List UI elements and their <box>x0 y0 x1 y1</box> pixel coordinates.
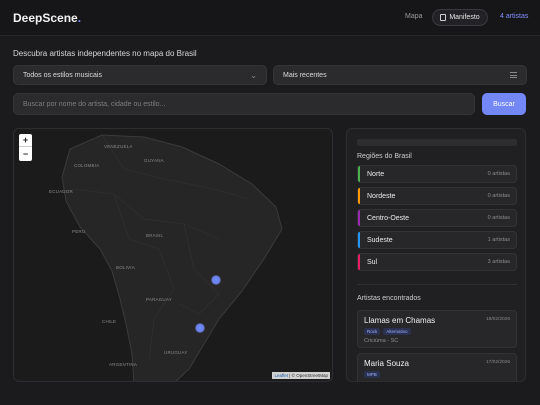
map-label-brasil: BRASIL <box>146 233 164 238</box>
region-name: Norte <box>367 170 385 178</box>
zoom-in-button[interactable]: + <box>19 134 32 147</box>
region-accent-bar <box>358 166 360 182</box>
menu-lines-icon <box>510 72 517 78</box>
artist-card[interactable]: Maria Souza 17/02/2026 MPB <box>357 353 517 381</box>
region-name: Sudeste <box>367 236 393 244</box>
search-input[interactable]: Buscar por nome do artista, cidade ou es… <box>13 93 475 115</box>
artist-name: Maria Souza <box>364 359 409 368</box>
region-name: Centro-Oeste <box>367 214 410 222</box>
genre-tag[interactable]: MPB <box>364 371 380 378</box>
genre-tag[interactable]: Rock <box>364 328 381 335</box>
zoom-out-button[interactable]: − <box>19 147 32 160</box>
map-label-argentina: ARGENTINA <box>109 362 138 367</box>
artist-name: Llamas em Chamas <box>364 316 436 325</box>
page-subtitle: Descubra artistas independentes no mapa … <box>13 49 197 58</box>
region-item-norte[interactable]: Norte 0 artistas <box>357 165 517 183</box>
artist-map-marker-sudeste[interactable] <box>212 276 220 284</box>
region-accent-bar <box>358 188 360 204</box>
artist-date: 18/02/2026 <box>485 317 510 322</box>
map-label-colombia: COLOMBIA <box>74 163 100 168</box>
regions-title: Regiões do Brasil <box>357 153 412 160</box>
genre-tag[interactable]: Alternativo <box>383 328 411 335</box>
region-accent-bar <box>358 254 360 270</box>
region-item-centro-oeste[interactable]: Centro-Oeste 0 artistas <box>357 209 517 227</box>
search-placeholder: Buscar por nome do artista, cidade ou es… <box>23 100 166 108</box>
map-label-paraguay: PARAGUAY <box>146 297 172 302</box>
side-panel: Regiões do Brasil Norte 0 artistas Norde… <box>346 128 526 382</box>
sort-select-value: Mais recentes <box>283 71 327 79</box>
map-label-peru: PERU <box>72 229 86 234</box>
map-label-ecuador: ECUADOR <box>49 189 73 194</box>
region-item-sudeste[interactable]: Sudeste 1 artistas <box>357 231 517 249</box>
artists-title: Artistas encontrados <box>357 295 421 302</box>
region-count: 0 artistas <box>487 171 510 177</box>
artist-tags: Rock Alternativo <box>364 328 411 335</box>
chevron-down-icon: ⌄ <box>250 71 257 80</box>
map-view[interactable]: VENEZUELA GUYANA COLOMBIA ECUADOR PERU B… <box>13 128 333 382</box>
top-navbar: DeepScene. Mapa Manifesto 4 artistas <box>0 0 540 36</box>
nav-link-mapa[interactable]: Mapa <box>405 13 423 20</box>
map-label-bolivia: BOLIVIA <box>116 265 135 270</box>
document-icon <box>440 14 447 21</box>
panel-divider <box>357 284 517 285</box>
nav-manifesto-label: Manifesto <box>449 14 480 21</box>
map-attribution: Leaflet | © OpenStreetMap <box>272 372 330 379</box>
artist-location: Criciúma - SC <box>364 338 399 344</box>
region-item-sul[interactable]: Sul 3 artistas <box>357 253 517 271</box>
search-button[interactable]: Buscar <box>482 93 526 115</box>
region-item-nordeste[interactable]: Nordeste 0 artistas <box>357 187 517 205</box>
artist-date: 17/02/2026 <box>485 360 510 365</box>
artist-map-marker-sul[interactable] <box>196 324 204 332</box>
sort-select[interactable]: Mais recentes <box>273 65 527 85</box>
map-label-guyana: GUYANA <box>144 158 164 163</box>
attribution-leaflet-link[interactable]: Leaflet <box>274 373 288 378</box>
region-name: Nordeste <box>367 192 396 200</box>
genre-select[interactable]: Todos os estilos musicais ⌄ <box>13 65 267 85</box>
map-label-uruguay: URUGUAY <box>164 350 188 355</box>
region-count: 0 artistas <box>487 215 510 221</box>
map-label-chile: CHILE <box>102 319 117 324</box>
region-name: Sul <box>367 258 378 266</box>
map-canvas <box>61 134 283 381</box>
artist-card[interactable]: Llamas em Chamas 18/02/2026 Rock Alterna… <box>357 310 517 348</box>
region-count: 0 artistas <box>487 193 510 199</box>
logo[interactable]: DeepScene. <box>13 11 81 25</box>
panel-header-bar <box>357 139 517 146</box>
artist-tags: MPB <box>364 371 380 378</box>
map-label-venezuela: VENEZUELA <box>104 144 133 149</box>
region-accent-bar <box>358 232 360 248</box>
nav-manifesto-button[interactable]: Manifesto <box>432 9 488 26</box>
attribution-osm-link[interactable]: | © OpenStreetMap <box>288 373 328 378</box>
region-accent-bar <box>358 210 360 226</box>
region-count: 1 artistas <box>487 237 510 243</box>
genre-select-value: Todos os estilos musicais <box>23 71 102 79</box>
zoom-control: + − <box>19 134 32 161</box>
region-count: 3 artistas <box>487 259 510 265</box>
artist-count-link[interactable]: 4 artistas <box>500 13 528 20</box>
